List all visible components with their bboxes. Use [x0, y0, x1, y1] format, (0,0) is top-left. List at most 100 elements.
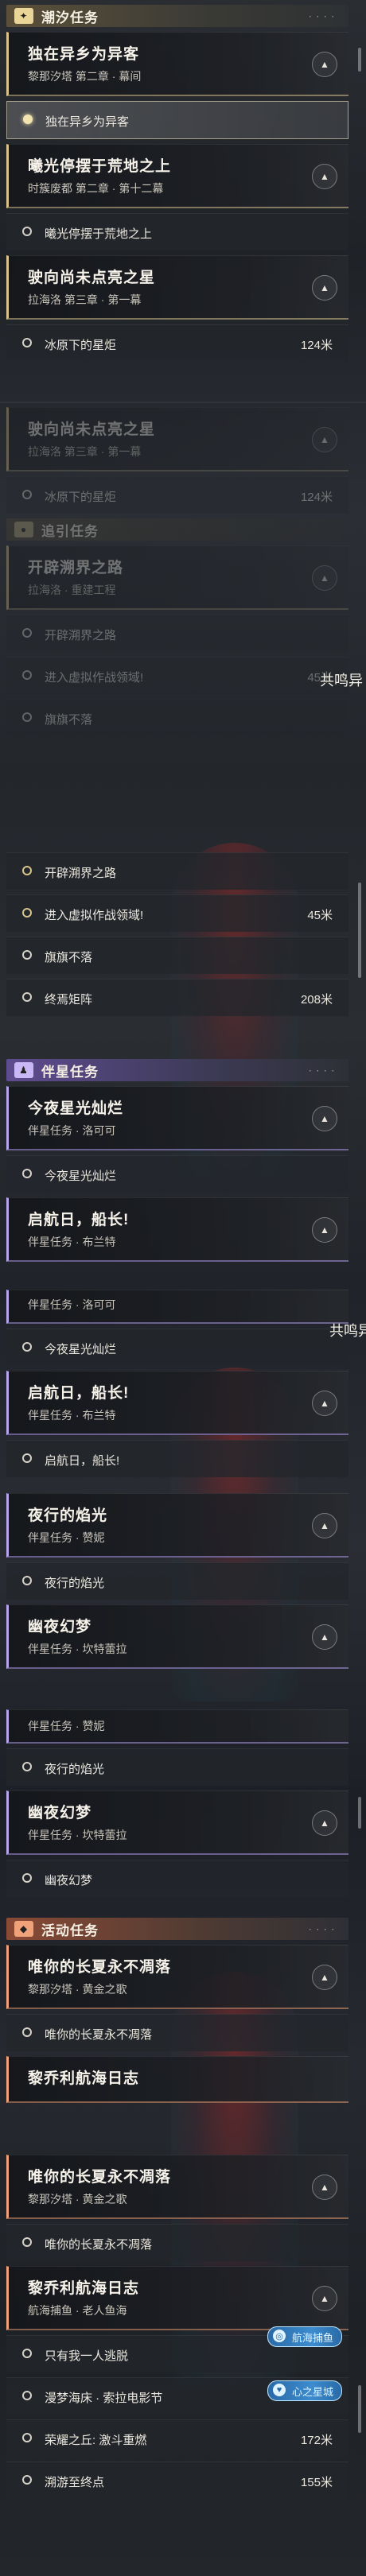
- task-subtitle: 伴星任务 · 洛可可: [28, 1124, 116, 1137]
- sub-task-item[interactable]: 今夜星光灿烂: [6, 1155, 348, 1193]
- sub-task-item[interactable]: 冰原下的星炬 124米: [6, 476, 348, 514]
- sub-task-item[interactable]: 开辟溯界之路: [6, 615, 348, 652]
- category-header-event[interactable]: ◆ 活动任务 · · · ·: [6, 1918, 348, 1940]
- category-header-guide[interactable]: ● 追引任务: [6, 518, 348, 541]
- track-dot-icon: [22, 1762, 32, 1771]
- event-icon: ◆: [14, 1921, 33, 1937]
- chevron-up-icon[interactable]: ▲: [312, 1217, 337, 1243]
- sub-task-item[interactable]: 旗旗不落: [6, 937, 348, 974]
- track-dot-icon: [22, 227, 32, 236]
- task-subtitle: 航海捕鱼 · 老人鱼海: [28, 2304, 127, 2317]
- overflow-label: 共鸣异: [329, 1323, 366, 1339]
- chevron-up-icon[interactable]: ▲: [312, 164, 337, 189]
- category-label: 活动任务: [41, 1922, 99, 1938]
- task-title: 今夜星光灿烂: [28, 1100, 124, 1117]
- task-card[interactable]: 今夜星光灿烂 伴星任务 · 洛可可 ▲: [6, 1086, 348, 1150]
- chevron-up-icon[interactable]: ▲: [312, 1810, 337, 1836]
- sub-task-item[interactable]: 进入虚拟作战领域! 45米: [6, 657, 348, 694]
- sub-task-label: 夜行的焰光: [45, 1577, 105, 1590]
- task-card[interactable]: 独在异乡为异客 黎那汐塔 第二章 · 幕间 ▲: [6, 32, 348, 96]
- chevron-up-icon[interactable]: ▲: [312, 1391, 337, 1416]
- sub-task-item[interactable]: 溯游至终点 155米: [6, 2462, 348, 2499]
- fishing-badge[interactable]: ◎ 航海捕鱼: [267, 2326, 343, 2347]
- task-subtitle: 拉海洛 · 重建工程: [28, 584, 116, 596]
- task-card[interactable]: 启航日，船长! 伴星任务 · 布兰特 ▲: [6, 1197, 348, 1262]
- task-card[interactable]: 伴星任务 · 洛可可: [6, 1290, 348, 1324]
- chevron-up-icon[interactable]: ▲: [312, 1965, 337, 1990]
- task-card[interactable]: 幽夜幻梦 伴星任务 · 坎特蕾拉 ▲: [6, 1604, 348, 1669]
- task-title: 黎乔利航海日志: [28, 2280, 140, 2297]
- track-dot-icon: [22, 908, 32, 918]
- category-label: 追引任务: [41, 523, 99, 539]
- category-label: 伴星任务: [41, 1064, 99, 1080]
- sub-task-item[interactable]: 曦光停摆于荒地之上: [6, 213, 348, 250]
- task-card[interactable]: 驶向尚未点亮之星 拉海洛 第三章 · 第一幕 ▲: [6, 407, 348, 471]
- chevron-up-icon[interactable]: ▲: [312, 1513, 337, 1538]
- sub-task-item[interactable]: 开辟溯界之路: [6, 852, 348, 890]
- task-title: 唯你的长夏永不凋落: [28, 1959, 172, 1976]
- heart-star-badge[interactable]: ♥ 心之星城: [267, 2380, 343, 2401]
- chevron-up-icon[interactable]: ▲: [312, 1624, 337, 1650]
- chevron-up-icon[interactable]: ▲: [312, 275, 337, 301]
- task-subtitle: 时簇废都 第二章 · 第十二幕: [28, 182, 164, 195]
- sub-task-label: 冰原下的星炬: [45, 491, 117, 504]
- task-card[interactable]: 唯你的长夏永不凋落 黎那汐塔 · 黄金之歌 ▲: [6, 2155, 348, 2219]
- sub-task-item[interactable]: 终焉矩阵 208米: [6, 979, 348, 1016]
- track-dot-icon: [22, 2237, 32, 2247]
- task-card[interactable]: 曦光停摆于荒地之上 时簇废都 第二章 · 第十二幕 ▲: [6, 144, 348, 208]
- sub-task-item[interactable]: 独在异乡为异客: [6, 101, 348, 139]
- track-dot-icon: [22, 338, 32, 347]
- chevron-up-icon[interactable]: ▲: [312, 565, 337, 591]
- sub-task-item[interactable]: 进入虚拟作战领域! 45米: [6, 894, 348, 932]
- scrollbar[interactable]: [358, 1797, 361, 1829]
- chevron-up-icon[interactable]: ▲: [312, 427, 337, 452]
- sub-task-item[interactable]: 启航日，船长!: [6, 1440, 348, 1477]
- track-dot-icon: [22, 992, 32, 1002]
- task-card[interactable]: 黎乔利航海日志 航海捕鱼 · 老人鱼海 ▲: [6, 2266, 348, 2330]
- chevron-up-icon[interactable]: ▲: [312, 2174, 337, 2200]
- sub-task-label: 今夜星光灿烂: [45, 1343, 117, 1356]
- sparkle-icon: ✦: [14, 8, 33, 24]
- category-header-companion[interactable]: ♟ 伴星任务 · · · ·: [6, 1059, 348, 1081]
- track-dot-icon: [22, 2475, 32, 2485]
- sub-task-item[interactable]: 冰原下的星炬 124米: [6, 324, 348, 362]
- sub-task-item[interactable]: 唯你的长夏永不凋落: [6, 2014, 348, 2051]
- task-card[interactable]: 幽夜幻梦 伴星任务 · 坎特蕾拉 ▲: [6, 1790, 348, 1855]
- sub-task-label: 旗旗不落: [45, 951, 93, 964]
- sub-task-distance: 45米: [307, 909, 333, 922]
- sub-task-item[interactable]: 唯你的长夏永不凋落: [6, 2224, 348, 2261]
- chevron-up-icon[interactable]: ▲: [312, 2286, 337, 2311]
- track-dot-icon: [22, 628, 32, 638]
- sub-task-item[interactable]: 夜行的焰光: [6, 1748, 348, 1786]
- sub-task-item[interactable]: 荣耀之丘: 激斗重燃 172米: [6, 2419, 348, 2457]
- sub-task-item[interactable]: 夜行的焰光: [6, 1562, 348, 1600]
- task-title: 幽夜幻梦: [28, 1619, 92, 1635]
- divider: [0, 402, 366, 403]
- task-card[interactable]: 驶向尚未点亮之星 拉海洛 第三章 · 第一幕 ▲: [6, 255, 348, 320]
- task-card[interactable]: 唯你的长夏永不凋落 黎那汐塔 · 黄金之歌 ▲: [6, 1945, 348, 2009]
- task-card[interactable]: 启航日，船长! 伴星任务 · 布兰特 ▲: [6, 1371, 348, 1435]
- task-card[interactable]: 黎乔利航海日志: [6, 2056, 348, 2103]
- task-subtitle: 黎那汐塔 第二章 · 幕间: [28, 70, 142, 83]
- chevron-up-icon[interactable]: ▲: [312, 1106, 337, 1131]
- scrollbar[interactable]: [358, 48, 361, 72]
- sub-task-label: 曦光停摆于荒地之上: [45, 227, 153, 241]
- task-card[interactable]: 伴星任务 · 赞妮: [6, 1709, 348, 1744]
- sub-task-item[interactable]: 今夜星光灿烂: [6, 1329, 348, 1366]
- badge-label: 航海捕鱼: [292, 2331, 334, 2344]
- badge-label: 心之星城: [292, 2385, 334, 2398]
- scrollbar[interactable]: [358, 883, 361, 978]
- task-title: 驶向尚未点亮之星: [28, 270, 156, 286]
- category-header-tide[interactable]: ✦ 潮汐任务 · · · ·: [6, 5, 348, 27]
- task-subtitle: 拉海洛 第三章 · 第一幕: [28, 445, 142, 458]
- scrollbar[interactable]: [358, 2385, 361, 2433]
- sub-task-item[interactable]: 旗旗不落: [6, 699, 348, 736]
- sub-task-label: 唯你的长夏永不凋落: [45, 2028, 153, 2042]
- task-card[interactable]: 开辟溯界之路 拉海洛 · 重建工程 ▲: [6, 545, 348, 610]
- sub-task-label: 今夜星光灿烂: [45, 1170, 117, 1183]
- sub-task-item[interactable]: 幽夜幻梦: [6, 1860, 348, 1897]
- sub-task-label: 启航日，船长!: [45, 1454, 120, 1468]
- task-card[interactable]: 夜行的焰光 伴星任务 · 赞妮 ▲: [6, 1493, 348, 1558]
- task-subtitle: 伴星任务 · 坎特蕾拉: [28, 1643, 127, 1655]
- chevron-up-icon[interactable]: ▲: [312, 52, 337, 77]
